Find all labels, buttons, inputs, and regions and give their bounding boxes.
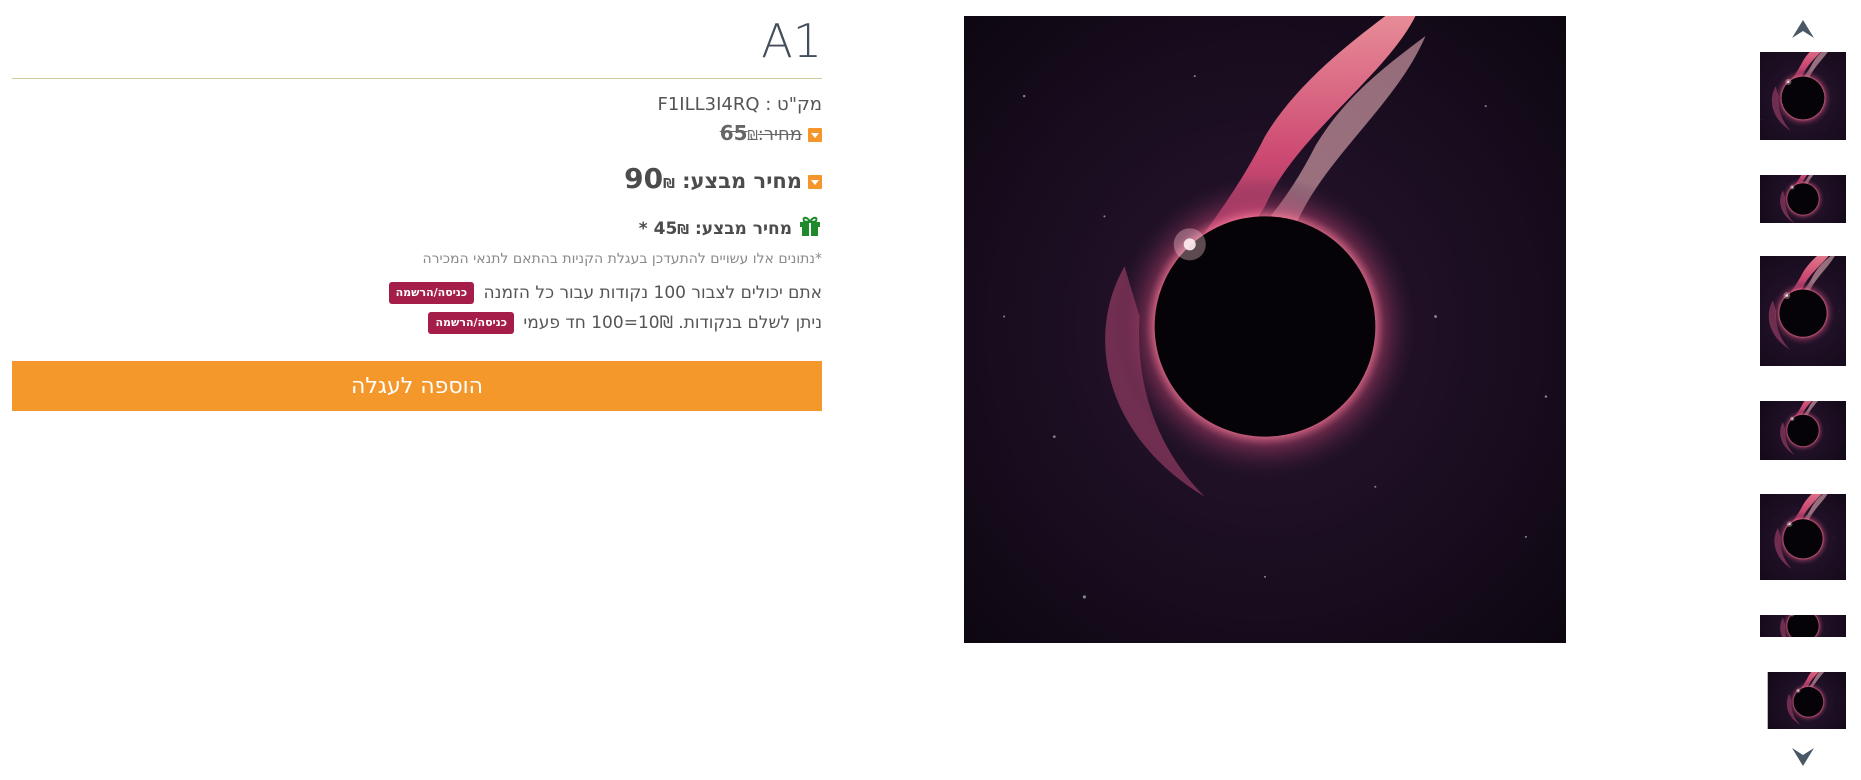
gallery-thumbnail[interactable] — [1760, 672, 1846, 729]
product-sku: מק"ט : F1ILL3I4RQ — [657, 94, 822, 115]
main-product-image[interactable] — [964, 16, 1566, 643]
gallery-thumbnail[interactable] — [1760, 256, 1846, 366]
gallery-thumbnail[interactable] — [1760, 175, 1846, 223]
gallery-thumbnail[interactable] — [1760, 615, 1846, 637]
points-pay-text: ניתן לשלם בנקודות. 10₪=100 חד פעמי — [523, 313, 822, 333]
members-price-asterisk: * — [638, 219, 648, 239]
points-pay-row: ניתן לשלם בנקודות. 10₪=100 חד פעמי כניסה… — [12, 311, 822, 335]
chevron-down-icon[interactable] — [1790, 746, 1816, 768]
sale-price: מחיר מבצע:‏ 90₪ — [12, 163, 822, 201]
currency-symbol: ₪ — [747, 129, 758, 144]
chevron-up-icon[interactable] — [1790, 18, 1816, 40]
members-price-label: מחיר מבצע: — [694, 219, 792, 239]
gallery-thumbnail[interactable] — [1760, 401, 1846, 460]
product-title: A1 — [761, 14, 822, 68]
regular-price: מחיר:‏65₪ — [12, 119, 822, 151]
members-price-value: 45 — [653, 219, 678, 239]
sale-price-label: מחיר מבצע: — [682, 169, 802, 193]
triangle-down-icon — [808, 128, 822, 142]
gallery-thumbnail[interactable] — [1760, 494, 1846, 580]
login-register-button[interactable]: כניסה/הרשמה — [388, 282, 475, 304]
points-earn-row: אתם יכולים לצבור 100 נקודות עבור כל הזמנ… — [12, 281, 822, 305]
points-earn-text: אתם יכולים לצבור 100 נקודות עבור כל הזמנ… — [483, 283, 822, 303]
gallery-thumbnail[interactable] — [1760, 52, 1846, 140]
currency-symbol: ₪ — [677, 223, 690, 238]
members-price: מחיר מבצע:‏ 45₪ * — [12, 213, 822, 245]
currency-symbol: ₪ — [663, 177, 675, 192]
product-info: A1 מק"ט : F1ILL3I4RQ מחיר:‏65₪ מחיר מבצע… — [12, 10, 822, 411]
gift-icon — [798, 213, 822, 245]
title-divider — [12, 78, 822, 79]
add-to-cart-button[interactable]: הוספה לעגלה — [12, 361, 822, 411]
triangle-down-icon — [808, 175, 822, 189]
sale-price-value: 90 — [624, 162, 664, 195]
price-disclaimer: *נתונים אלו עשויים להתעדכן בעגלת הקניות … — [422, 251, 822, 267]
regular-price-label: מחיר: — [757, 124, 802, 145]
regular-price-value: 65 — [719, 121, 748, 145]
login-register-button[interactable]: כניסה/הרשמה — [428, 312, 515, 334]
